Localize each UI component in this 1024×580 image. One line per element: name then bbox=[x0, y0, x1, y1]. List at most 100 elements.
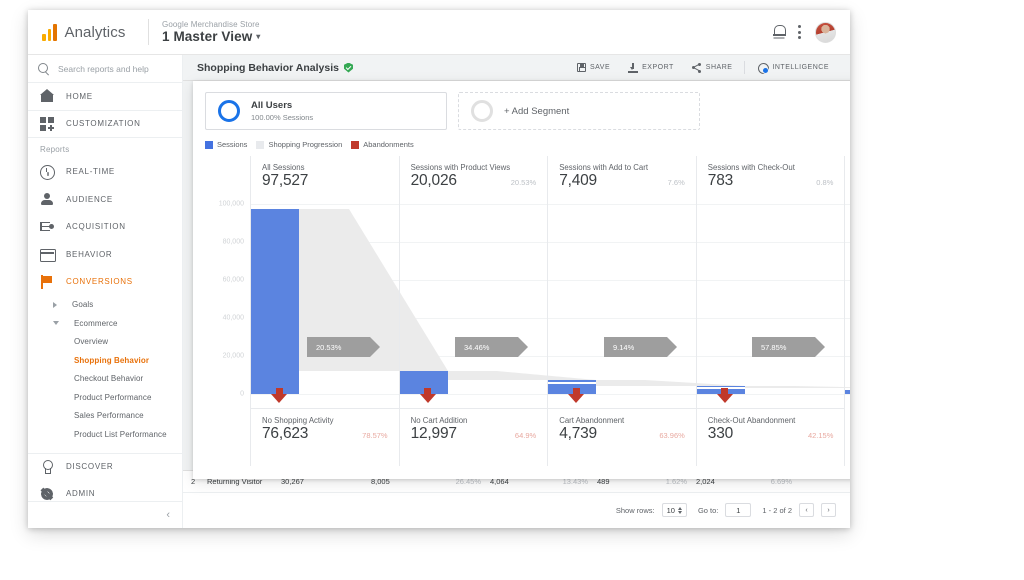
view-name: 1 Master View bbox=[162, 28, 253, 44]
sidebar-item-label: DISCOVER bbox=[66, 462, 114, 472]
sidebar-item-ecommerce[interactable]: Ecommerce bbox=[28, 314, 182, 333]
legend-label: Abandonments bbox=[363, 140, 414, 149]
export-button[interactable]: EXPORT bbox=[619, 62, 683, 73]
search-icon bbox=[38, 63, 49, 74]
y-axis: 100,000 80,000 60,000 40,000 20,000 0 bbox=[193, 200, 250, 398]
sidebar-item-conversions[interactable]: CONVERSIONS bbox=[28, 268, 182, 296]
avatar[interactable] bbox=[815, 21, 836, 43]
funnel-column-check-out: Sessions with Check-Out 783 0.8% Check-O… bbox=[695, 156, 845, 466]
clock-icon bbox=[40, 164, 55, 180]
sidebar-collapse-button[interactable]: ‹ bbox=[28, 501, 182, 528]
sidebar-item-product-performance[interactable]: Product Performance bbox=[28, 388, 182, 407]
main-content: Shopping Behavior Analysis SAVE EXPORT S… bbox=[183, 55, 850, 528]
sidebar-item-label: CUSTOMIZATION bbox=[66, 119, 141, 129]
divider bbox=[744, 61, 746, 74]
customization-icon bbox=[40, 116, 54, 131]
stage-header: All Sessions 97,527 bbox=[251, 156, 399, 204]
y-tick: 100,000 bbox=[218, 200, 244, 208]
brand-label: Analytics bbox=[64, 23, 126, 41]
abandonment-down-arrow-icon bbox=[271, 388, 287, 404]
y-tick: 20,000 bbox=[222, 352, 244, 360]
stepper-icon bbox=[677, 506, 682, 514]
sidebar-item-acquisition[interactable]: ACQUISITION bbox=[28, 213, 182, 241]
sidebar-item-checkout-behavior[interactable]: Checkout Behavior bbox=[28, 370, 182, 389]
sidebar-item-home[interactable]: HOME bbox=[28, 83, 182, 111]
stage-value: 20,026 bbox=[410, 172, 457, 189]
abandonment-down-arrow-icon bbox=[716, 388, 733, 404]
sidebar-item-shopping-behavior[interactable]: Shopping Behavior bbox=[28, 351, 182, 370]
share-label: SHARE bbox=[705, 64, 733, 71]
y-tick: 40,000 bbox=[222, 314, 244, 322]
legend-swatch bbox=[256, 140, 265, 149]
sidebar-item-sales-performance[interactable]: Sales Performance bbox=[28, 407, 182, 426]
abandonment-label: Check-Out Abandonment bbox=[707, 416, 796, 425]
legend-item-abandonments: Abandonments bbox=[351, 140, 414, 149]
y-tick: 0 bbox=[240, 390, 244, 398]
sidebar-item-overview[interactable]: Overview bbox=[28, 333, 182, 352]
sidebar-item-admin[interactable]: ADMIN bbox=[28, 480, 182, 501]
sidebar-item-label: Overview bbox=[74, 337, 109, 347]
chevron-right-icon: › bbox=[827, 506, 830, 514]
legend-item-sessions: Sessions bbox=[205, 140, 247, 149]
sidebar-item-label: Shopping Behavior bbox=[74, 355, 150, 365]
sidebar-item-real-time[interactable]: REAL-TIME bbox=[28, 158, 182, 186]
sidebar-item-customization[interactable]: CUSTOMIZATION bbox=[28, 111, 182, 138]
next-page-button[interactable]: › bbox=[821, 503, 836, 517]
property-selector[interactable]: Google Merchandise Store 1 Master View ▾ bbox=[162, 20, 260, 45]
export-label: EXPORT bbox=[642, 64, 674, 71]
top-bar-actions bbox=[773, 21, 850, 43]
share-button[interactable]: SHARE bbox=[683, 62, 742, 73]
segment-name: All Users bbox=[251, 100, 293, 111]
intelligence-button[interactable]: INTELLIGENCE bbox=[748, 62, 838, 74]
sidebar-item-product-list-performance[interactable]: Product List Performance bbox=[28, 425, 182, 444]
notifications-bell-icon[interactable] bbox=[773, 25, 786, 39]
show-rows-label: Show rows: bbox=[615, 505, 655, 515]
pager-range: 1 - 2 of 2 bbox=[762, 505, 792, 515]
sidebar-item-discover[interactable]: DISCOVER bbox=[28, 452, 182, 481]
app-body: Search reports and help HOME CUSTOMIZATI… bbox=[28, 55, 850, 528]
sidebar-item-goals[interactable]: Goals bbox=[28, 296, 182, 315]
stage-label: Sessions with Check-Out bbox=[707, 163, 795, 172]
sidebar-item-label: BEHAVIOR bbox=[66, 249, 113, 259]
goto-input[interactable]: 1 bbox=[725, 503, 752, 517]
save-button[interactable]: SAVE bbox=[568, 63, 619, 72]
stage-header: Sessions with Product Views 20,026 20.53… bbox=[400, 156, 548, 204]
show-rows-select[interactable]: 10 bbox=[661, 503, 687, 517]
analytics-logo[interactable]: Analytics bbox=[28, 23, 142, 41]
add-segment-button[interactable]: + Add Segment bbox=[458, 92, 700, 130]
intelligence-icon bbox=[757, 62, 770, 74]
divider bbox=[148, 19, 149, 45]
segment-ring-icon bbox=[471, 100, 493, 122]
acquisition-icon bbox=[40, 220, 54, 234]
segment-all-users[interactable]: All Users 100.00% Sessions bbox=[205, 92, 447, 130]
stage-label: All Sessions bbox=[262, 163, 305, 172]
share-icon bbox=[691, 62, 702, 73]
y-tick: 60,000 bbox=[222, 276, 244, 284]
goto-label: Go to: bbox=[697, 505, 719, 515]
app-top-bar: Analytics Google Merchandise Store 1 Mas… bbox=[28, 10, 850, 55]
sidebar-item-audience[interactable]: AUDIENCE bbox=[28, 186, 182, 214]
legend-swatch bbox=[205, 140, 213, 149]
sidebar-item-label: REAL-TIME bbox=[66, 167, 115, 177]
search-input[interactable]: Search reports and help bbox=[28, 55, 182, 83]
abandonment-cell: Cart Abandonment 4,739 63.96% bbox=[548, 408, 696, 466]
legend-item-shopping-progression: Shopping Progression bbox=[256, 140, 342, 149]
stage-percent: 7.6% bbox=[667, 178, 685, 187]
report-header: Shopping Behavior Analysis SAVE EXPORT S… bbox=[183, 55, 850, 81]
stage-header: Sessions with Check-Out 783 0.8% bbox=[697, 156, 845, 204]
sidebar-item-label: Sales Performance bbox=[74, 411, 144, 421]
funnel-column-all-sessions: All Sessions 97,527 No Shopping Activity bbox=[250, 156, 399, 466]
abandonment-percent: 63.96% bbox=[659, 431, 685, 440]
sidebar-item-behavior[interactable]: BEHAVIOR bbox=[28, 241, 182, 269]
screenshot-root: Analytics Google Merchandise Store 1 Mas… bbox=[0, 0, 1024, 580]
stage-label: Sessions with Add to Cart bbox=[559, 163, 649, 172]
abandonment-down-arrow-icon bbox=[568, 388, 585, 404]
sidebar-item-label: Product Performance bbox=[74, 392, 152, 402]
stage-percent: 20.53% bbox=[510, 178, 537, 187]
analytics-logo-icon bbox=[42, 23, 57, 41]
save-icon bbox=[576, 63, 586, 72]
verified-shield-icon bbox=[343, 62, 353, 73]
sidebar-item-label: HOME bbox=[66, 91, 93, 101]
overflow-menu-icon[interactable] bbox=[798, 25, 802, 39]
prev-page-button[interactable]: ‹ bbox=[799, 503, 814, 517]
